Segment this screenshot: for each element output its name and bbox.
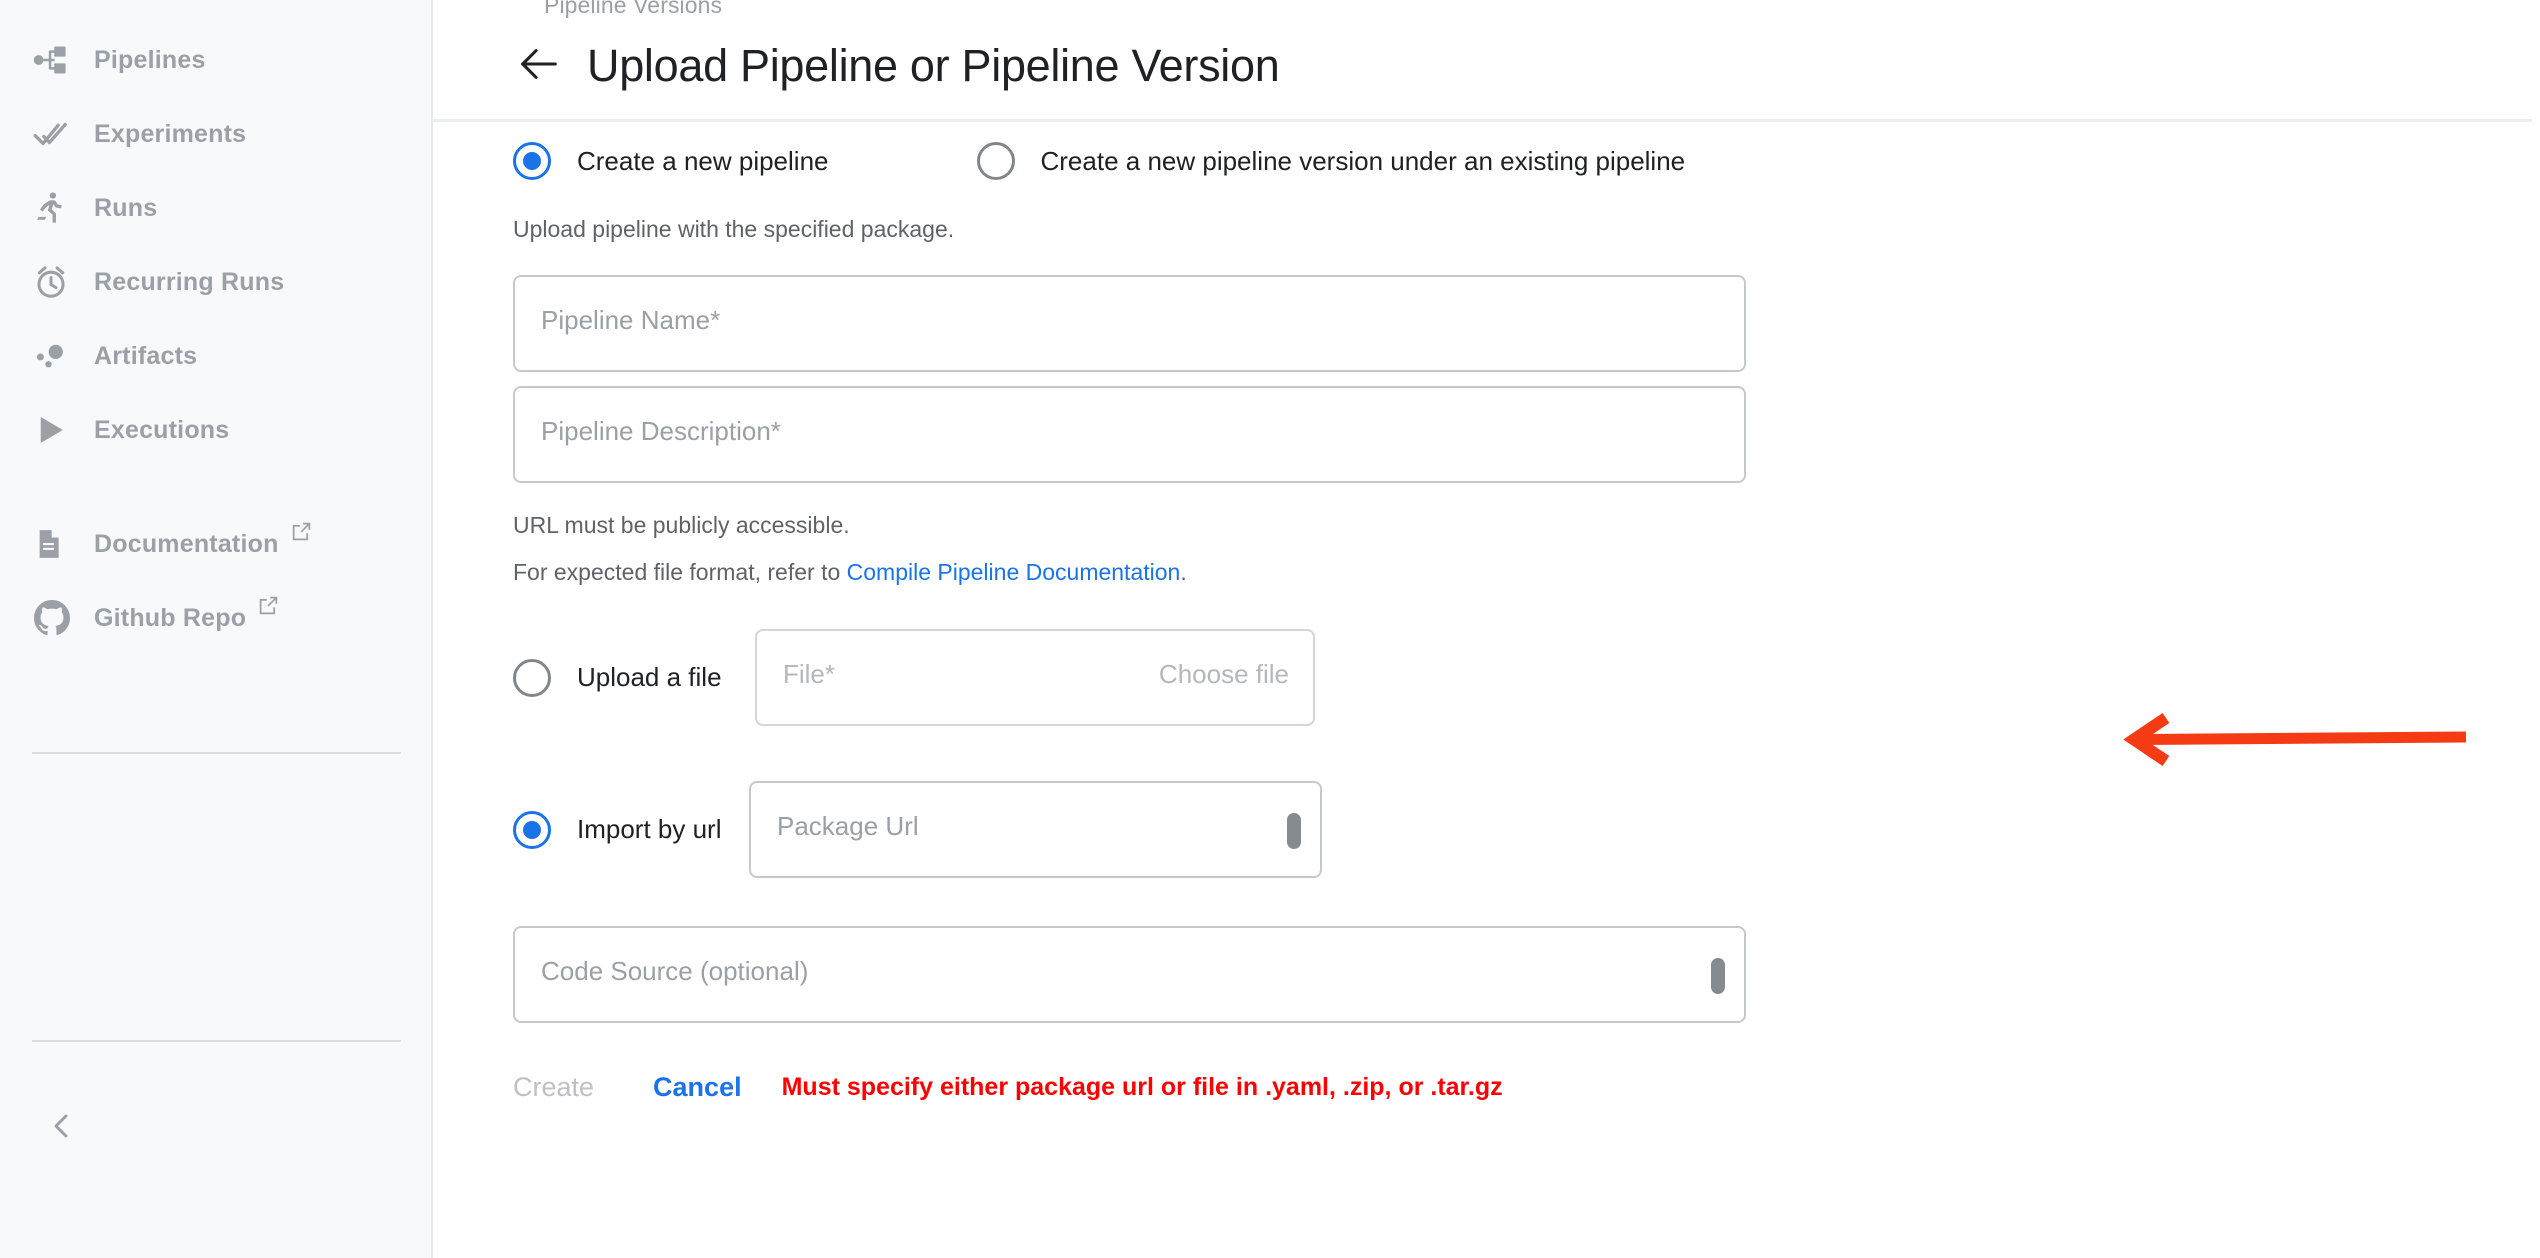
- url-notice: URL must be publicly accessible.: [513, 512, 2540, 539]
- sidebar-item-label: Runs: [94, 194, 157, 223]
- radio-label: Upload a file: [577, 662, 727, 693]
- page-title: Upload Pipeline or Pipeline Version: [587, 40, 1279, 92]
- sidebar-item-label: Artifacts: [94, 342, 197, 371]
- sidebar-item-label: Experiments: [94, 120, 246, 149]
- sidebar-divider-top: [32, 752, 401, 754]
- sidebar-item-label: Github Repo: [94, 604, 246, 633]
- experiments-icon: [32, 115, 78, 153]
- compile-pipeline-documentation-link[interactable]: Compile Pipeline Documentation: [847, 559, 1181, 585]
- package-url-resize-handle[interactable]: [1287, 813, 1301, 849]
- pipeline-name-placeholder: Pipeline Name*: [541, 305, 720, 336]
- artifacts-icon: [32, 337, 78, 375]
- sidebar-item-documentation[interactable]: Documentation: [0, 507, 431, 581]
- sidebar-item-runs[interactable]: Runs: [0, 171, 431, 245]
- sidebar-item-pipelines[interactable]: Pipelines: [0, 23, 431, 97]
- package-url-placeholder: Package Url: [777, 811, 919, 842]
- main-content: Pipeline Versions Upload Pipeline or Pip…: [433, 0, 2540, 1258]
- radio-indicator[interactable]: [977, 142, 1015, 180]
- radio-label: Import by url: [577, 814, 727, 845]
- upload-a-file-row: Upload a file File* Choose file: [513, 629, 2540, 726]
- pipelines-icon: [32, 41, 78, 79]
- radio-indicator[interactable]: [513, 811, 551, 849]
- app-root: Pipelines Experiments Runs: [0, 0, 2540, 1258]
- sidebar-item-executions[interactable]: Executions: [0, 393, 431, 467]
- radio-import-by-url[interactable]: Import by url: [513, 811, 727, 849]
- sidebar-item-label: Executions: [94, 416, 229, 445]
- radio-label: Create a new pipeline version under an e…: [1041, 146, 1686, 177]
- sidebar-item-experiments[interactable]: Experiments: [0, 97, 431, 171]
- upload-pipeline-form: Create a new pipeline Create a new pipel…: [433, 121, 2540, 1103]
- radio-indicator[interactable]: [513, 659, 551, 697]
- pipeline-description-input[interactable]: Pipeline Description*: [513, 386, 1746, 483]
- code-source-placeholder: Code Source (optional): [541, 956, 808, 987]
- back-button[interactable]: [513, 40, 565, 92]
- pipeline-name-input[interactable]: Pipeline Name*: [513, 275, 1746, 372]
- file-input[interactable]: File* Choose file: [755, 629, 1315, 726]
- document-icon: [32, 525, 78, 563]
- executions-icon: [32, 411, 78, 449]
- file-format-notice-prefix: For expected file format, refer to: [513, 559, 847, 585]
- form-actions: Create Cancel Must specify either packag…: [513, 1072, 2540, 1103]
- breadcrumb: Pipeline Versions: [544, 0, 722, 19]
- radio-label: Create a new pipeline: [577, 146, 829, 177]
- github-icon: [32, 598, 78, 638]
- form-error-message: Must specify either package url or file …: [782, 1073, 1503, 1102]
- sidebar-divider-bottom: [32, 1040, 401, 1042]
- radio-create-new-pipeline[interactable]: Create a new pipeline: [513, 142, 829, 180]
- code-source-input[interactable]: Code Source (optional): [513, 926, 1746, 1023]
- sidebar-item-recurring-runs[interactable]: Recurring Runs: [0, 245, 431, 319]
- page-header: Pipeline Versions Upload Pipeline or Pip…: [433, 0, 2540, 121]
- chevron-left-icon: [46, 1110, 78, 1147]
- sidebar: Pipelines Experiments Runs: [0, 0, 433, 1258]
- radio-upload-a-file[interactable]: Upload a file: [513, 659, 727, 697]
- radio-indicator[interactable]: [513, 142, 551, 180]
- file-placeholder: File*: [783, 659, 835, 690]
- form-helper-text: Upload pipeline with the specified packa…: [513, 216, 2540, 243]
- file-format-notice-suffix: .: [1180, 559, 1186, 585]
- pipeline-description-placeholder: Pipeline Description*: [541, 416, 781, 447]
- sidebar-item-artifacts[interactable]: Artifacts: [0, 319, 431, 393]
- sidebar-collapse-button[interactable]: [42, 1108, 82, 1148]
- sidebar-item-github-repo[interactable]: Github Repo: [0, 581, 431, 655]
- pipeline-mode-radio-group: Create a new pipeline Create a new pipel…: [513, 142, 2540, 180]
- external-link-icon: [291, 521, 312, 547]
- cancel-button[interactable]: Cancel: [653, 1072, 742, 1103]
- file-format-notice: For expected file format, refer to Compi…: [513, 559, 2540, 586]
- import-by-url-row: Import by url Package Url: [513, 781, 2540, 878]
- package-url-input[interactable]: Package Url: [749, 781, 1322, 878]
- sidebar-item-label: Documentation: [94, 530, 279, 559]
- page-title-row: Upload Pipeline or Pipeline Version: [433, 40, 1279, 92]
- sidebar-item-label: Recurring Runs: [94, 268, 284, 297]
- sidebar-item-label: Pipelines: [94, 46, 206, 75]
- create-button[interactable]: Create: [513, 1072, 594, 1103]
- arrow-left-icon: [516, 41, 562, 92]
- radio-create-new-version[interactable]: Create a new pipeline version under an e…: [977, 142, 1686, 180]
- choose-file-button[interactable]: Choose file: [1159, 659, 1289, 690]
- recurring-runs-icon: [32, 263, 78, 301]
- external-link-icon: [258, 595, 279, 621]
- runs-icon: [32, 189, 78, 227]
- code-source-resize-handle[interactable]: [1711, 958, 1725, 994]
